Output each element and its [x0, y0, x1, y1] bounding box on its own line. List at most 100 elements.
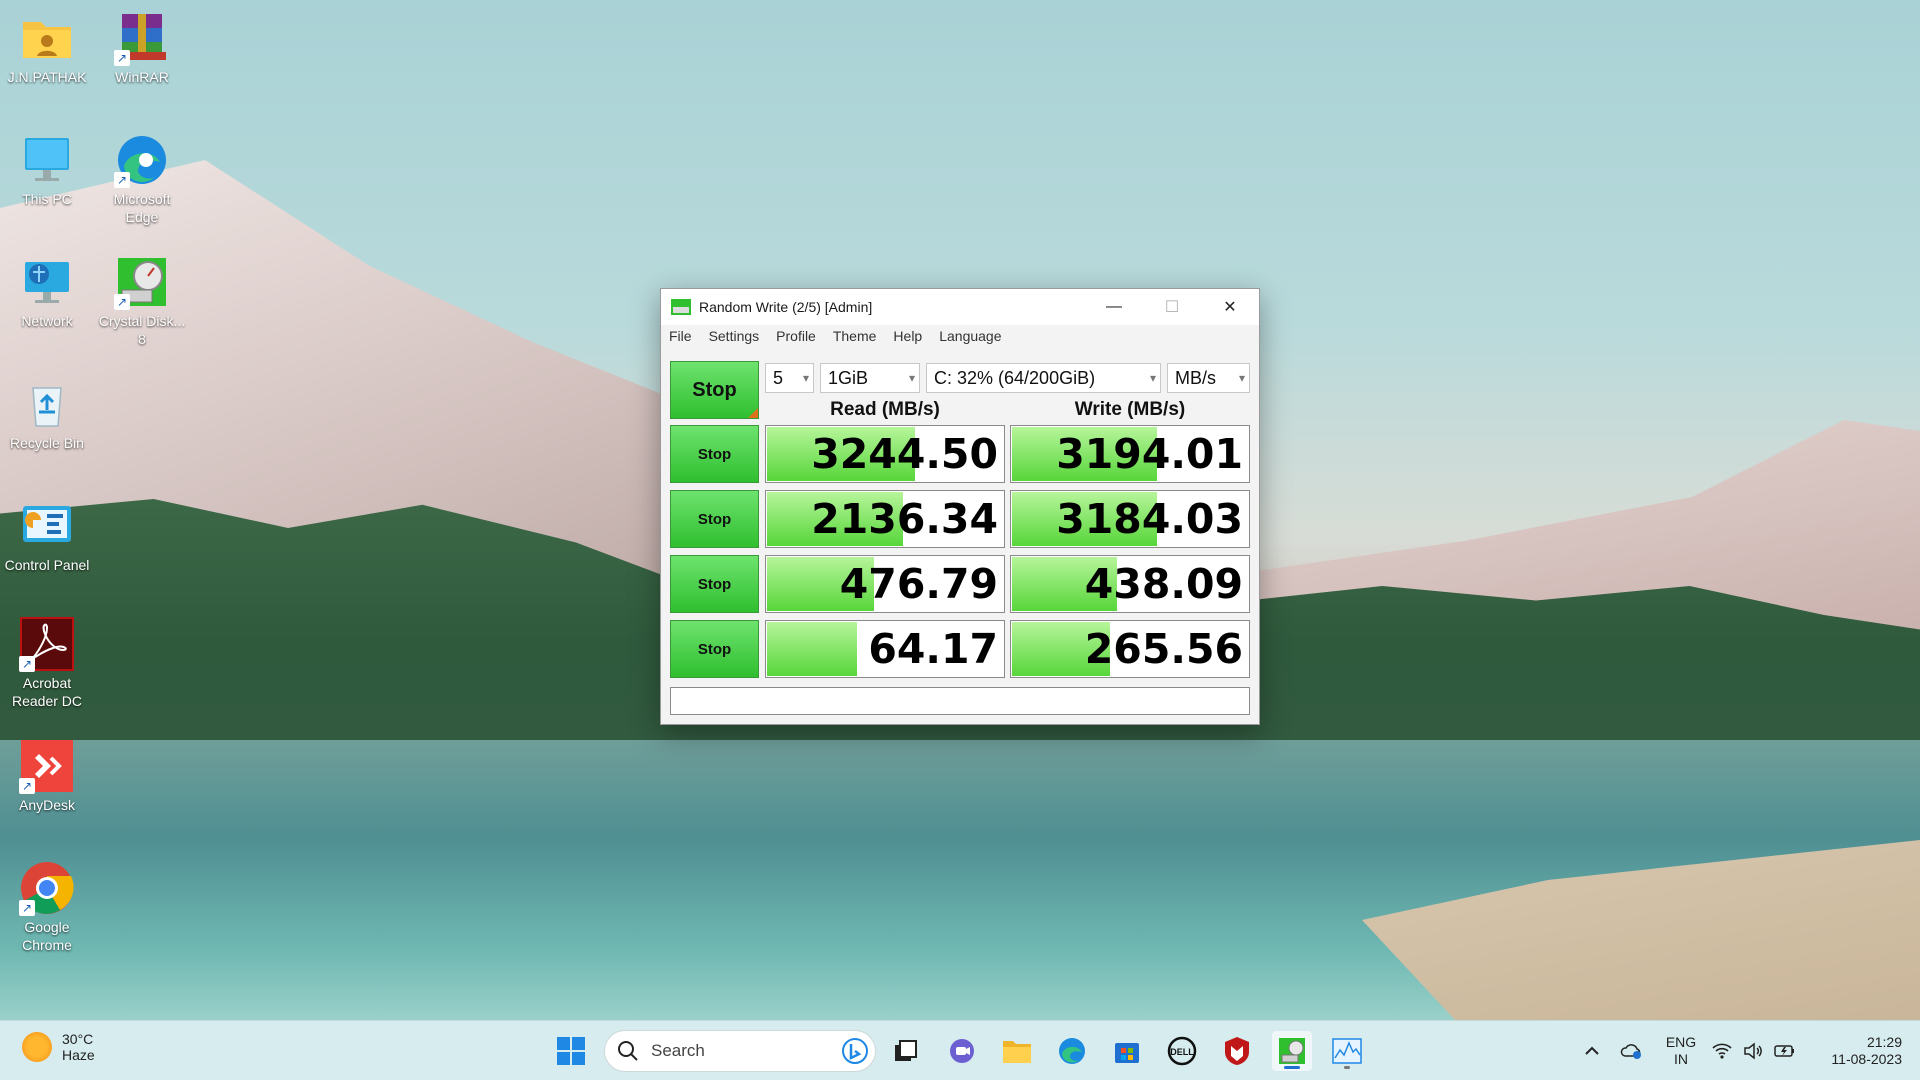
resource-monitor-button[interactable] [1327, 1031, 1367, 1071]
desktop-icon-user-folder[interactable]: J.N.PATHAK [1, 10, 93, 86]
edge-icon [1059, 1038, 1085, 1064]
desktop-icon-label: Crystal Disk... 8 [98, 313, 186, 347]
search-placeholder: Search [651, 1041, 705, 1060]
mcafee-button[interactable] [1217, 1031, 1257, 1071]
task-view-icon [895, 1040, 917, 1061]
chat-icon [950, 1039, 974, 1063]
cloud-sync-icon [1620, 1044, 1641, 1059]
user-folder-icon [19, 10, 75, 66]
shortcut-arrow-icon: ↗ [114, 294, 130, 310]
desktop-icon-label: Recycle Bin [10, 435, 84, 451]
language-indicator[interactable]: ENG IN [1664, 1034, 1698, 1068]
stop-all-button[interactable]: Stop [670, 361, 759, 419]
desktop-icon-label: AnyDesk [18, 797, 76, 813]
close-button[interactable]: ✕ [1201, 289, 1259, 325]
stop-test-3-button[interactable]: Stop [670, 555, 759, 613]
desktop-icon-edge[interactable]: ↗ Microsoft Edge [96, 132, 188, 226]
stop-test-4-button[interactable]: Stop [670, 620, 759, 678]
desktop-icon-network[interactable]: Network [1, 254, 93, 330]
onedrive-button[interactable] [1612, 1031, 1652, 1071]
title-bar[interactable]: Random Write (2/5) [Admin] — ☐ ✕ [661, 289, 1259, 325]
stop-test-1-button[interactable]: Stop [670, 425, 759, 483]
svg-text:DELL: DELL [1170, 1047, 1194, 1057]
clock[interactable]: 21:29 11-08-2023 [1812, 1034, 1902, 1068]
desktop-icon-label: Acrobat Reader DC [11, 675, 83, 709]
menu-settings[interactable]: Settings [709, 328, 760, 344]
test-count-select[interactable]: 5 ▾ [765, 363, 814, 393]
running-indicator [1344, 1066, 1350, 1069]
comment-field[interactable] [670, 687, 1250, 715]
weather-desc: Haze [62, 1047, 95, 1063]
desktop-icon-crystaldisk[interactable]: ↗ Crystal Disk... 8 [96, 254, 188, 348]
active-indicator [1284, 1066, 1300, 1069]
menu-bar: File Settings Profile Theme Help Languag… [661, 325, 1259, 347]
edge-icon: ↗ [114, 132, 170, 188]
read-result-1: 3244.50 [765, 425, 1005, 483]
close-icon: ✕ [1223, 299, 1237, 316]
weather-widget[interactable]: 30°C Haze [22, 1031, 95, 1063]
shortcut-arrow-icon: ↗ [19, 656, 35, 672]
network-icon [19, 254, 75, 310]
write-value-4: 265.56 [1084, 625, 1243, 673]
write-value-3: 438.09 [1084, 560, 1243, 608]
store-button[interactable] [1107, 1031, 1147, 1071]
task-view-button[interactable] [886, 1031, 926, 1071]
shortcut-arrow-icon: ↗ [114, 50, 130, 66]
teams-chat-button[interactable] [942, 1031, 982, 1071]
read-result-4: 64.17 [765, 620, 1005, 678]
weather-temp: 30°C [62, 1031, 94, 1047]
desktop-icon-label: This PC [22, 191, 72, 207]
chevron-down-icon: ▾ [908, 371, 915, 385]
chevron-up-icon [1585, 1046, 1599, 1055]
menu-language[interactable]: Language [939, 328, 1001, 344]
desktop-icon-control-panel[interactable]: Control Panel [1, 498, 93, 574]
desktop-icon-winrar[interactable]: ↗ WinRAR [96, 10, 188, 86]
menu-theme[interactable]: Theme [833, 328, 877, 344]
desktop-icon-this-pc[interactable]: This PC [1, 132, 93, 208]
file-explorer-button[interactable] [997, 1031, 1037, 1071]
drive-value: C: 32% (64/200GiB) [934, 368, 1096, 388]
test-count-value: 5 [773, 368, 784, 388]
read-result-2: 2136.34 [765, 490, 1005, 548]
dell-button[interactable]: DELL [1162, 1031, 1202, 1071]
write-header: Write (MB/s) [1074, 399, 1186, 420]
desktop-icon-label: J.N.PATHAK [7, 69, 87, 85]
read-value-3: 476.79 [839, 560, 998, 608]
desktop-icon-recycle-bin[interactable]: Recycle Bin [1, 376, 93, 452]
edge-taskbar-button[interactable] [1052, 1031, 1092, 1071]
minimize-button[interactable]: — [1085, 289, 1143, 325]
wifi-icon [1712, 1043, 1732, 1059]
controls-row: Stop 5 ▾ 1GiB ▾ C: 32% (64/200GiB) ▾ MB/… [670, 361, 1250, 420]
clock-date: 11-08-2023 [1831, 1051, 1902, 1067]
unit-select[interactable]: MB/s ▾ [1167, 363, 1250, 393]
read-bar-4 [767, 622, 858, 676]
result-row-2: Stop 2136.34 3184.03 [670, 490, 1250, 548]
maximize-button[interactable]: ☐ [1143, 289, 1201, 325]
crystaldisk-icon: ↗ [114, 254, 170, 310]
windows-logo-icon [557, 1037, 585, 1065]
desktop-icon-acrobat[interactable]: ↗ Acrobat Reader DC [1, 616, 93, 710]
desktop-icon-label: Network [21, 313, 73, 329]
read-result-3: 476.79 [765, 555, 1005, 613]
quick-settings-button[interactable] [1706, 1031, 1802, 1071]
maximize-icon: ☐ [1164, 299, 1180, 316]
drive-select[interactable]: C: 32% (64/200GiB) ▾ [926, 363, 1161, 393]
start-button[interactable] [551, 1031, 591, 1071]
menu-file[interactable]: File [669, 328, 692, 344]
window-title: Random Write (2/5) [Admin] [699, 299, 873, 315]
crystaldiskmark-window[interactable]: Random Write (2/5) [Admin] — ☐ ✕ File Se… [660, 288, 1260, 725]
crystaldisk-app-icon [671, 299, 691, 315]
menu-profile[interactable]: Profile [776, 328, 816, 344]
show-hidden-icons-button[interactable] [1572, 1031, 1612, 1071]
result-row-3: Stop 476.79 438.09 [670, 555, 1250, 613]
taskbar-search[interactable]: Search [604, 1030, 876, 1072]
crystaldisk-taskbar-button[interactable] [1272, 1031, 1312, 1071]
menu-help[interactable]: Help [893, 328, 922, 344]
shortcut-arrow-icon: ↗ [114, 172, 130, 188]
search-icon [618, 1041, 638, 1061]
test-size-select[interactable]: 1GiB ▾ [820, 363, 920, 393]
desktop-icon-chrome[interactable]: ↗ Google Chrome [1, 860, 93, 954]
shortcut-arrow-icon: ↗ [19, 900, 35, 916]
desktop-icon-anydesk[interactable]: ↗ AnyDesk [1, 738, 93, 814]
stop-test-2-button[interactable]: Stop [670, 490, 759, 548]
